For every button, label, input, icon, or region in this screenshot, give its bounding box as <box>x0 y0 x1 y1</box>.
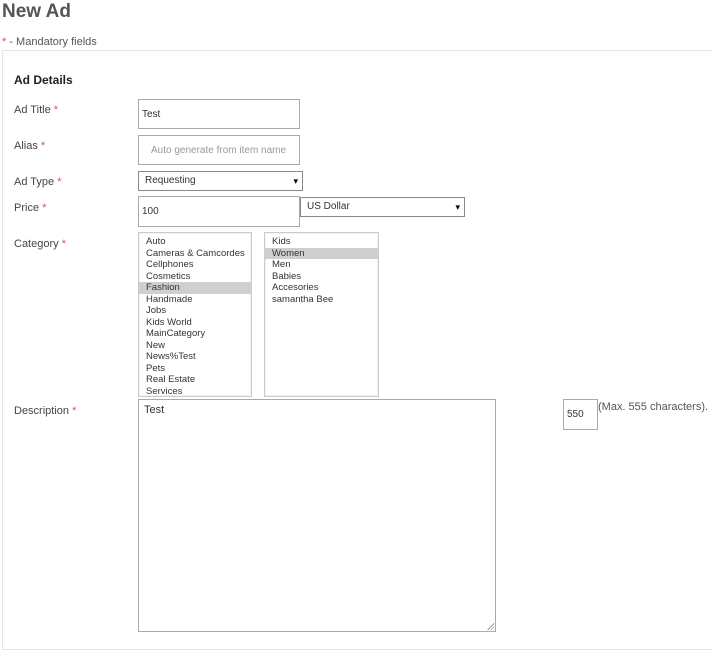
primary-option[interactable]: MainCategory <box>139 328 251 340</box>
required-marker: * <box>40 140 46 152</box>
description-label: Description * <box>14 405 77 417</box>
secondary-option[interactable]: Accesories <box>265 282 378 294</box>
currency-select[interactable]: US Dollar ▾ <box>300 197 465 217</box>
primary-option[interactable]: News%Test <box>139 351 251 363</box>
ad-type-select[interactable]: Requesting ▾ <box>138 171 303 191</box>
secondary-option[interactable]: Babies <box>265 271 378 283</box>
max-characters-note: (Max. 555 characters). <box>598 401 709 413</box>
primary-option[interactable]: Cellphones <box>139 259 251 271</box>
primary-option[interactable]: Fashion <box>139 282 251 294</box>
primary-option[interactable]: Auto <box>139 236 251 248</box>
required-marker: * <box>53 104 59 116</box>
required-marker: * <box>57 176 62 188</box>
ad-type-label: Ad Type * <box>14 176 62 188</box>
primary-option[interactable]: Handmade <box>139 294 251 306</box>
chevron-down-icon: ▾ <box>455 202 460 212</box>
primary-option[interactable]: Services <box>139 386 251 397</box>
secondary-option[interactable]: samantha Bee <box>265 294 378 306</box>
primary-option[interactable]: New <box>139 340 251 352</box>
mandatory-text: - Mandatory fields <box>6 36 97 48</box>
ad-title-input[interactable] <box>138 99 300 129</box>
primary-option[interactable]: Cameras & Camcordes <box>139 248 251 260</box>
secondary-option[interactable]: Women <box>265 247 378 259</box>
description-wrapper: Test <box>138 399 496 632</box>
resize-handle-icon[interactable] <box>487 623 494 630</box>
mandatory-note: * - Mandatory fields <box>2 36 97 48</box>
required-marker: * <box>61 238 66 250</box>
alias-input[interactable] <box>138 135 300 165</box>
primary-option[interactable]: Kids World <box>139 317 251 329</box>
primary-option[interactable]: Cosmetics <box>139 271 251 283</box>
price-label: Price * <box>14 202 47 214</box>
secondary-option[interactable]: Kids <box>265 236 378 248</box>
category-primary-list[interactable]: Auto Cameras & Camcordes Cellphones Cosmeti… <box>138 232 252 397</box>
category-secondary-list[interactable]: Kids Women Men Babies Accesories samantha Bee <box>264 232 379 397</box>
ad-type-value: Requesting <box>145 175 196 186</box>
primary-option[interactable]: Jobs <box>139 305 251 317</box>
chevron-down-icon: ▾ <box>293 176 298 186</box>
section-title: Ad Details <box>14 73 73 87</box>
primary-option[interactable]: Pets <box>139 363 251 375</box>
required-marker: * <box>72 405 77 417</box>
secondary-option[interactable]: Men <box>265 259 378 271</box>
description-textarea[interactable]: Test <box>138 399 496 632</box>
char-count-input <box>563 399 598 430</box>
alias-label: Alias * <box>14 140 46 152</box>
price-input[interactable] <box>138 196 300 227</box>
primary-option[interactable]: Real Estate <box>139 374 251 386</box>
ad-title-label: Ad Title * <box>14 104 59 116</box>
category-label: Category * <box>14 238 66 250</box>
required-marker: * <box>42 202 47 214</box>
page-title: New Ad <box>2 1 71 22</box>
currency-value: US Dollar <box>307 201 350 212</box>
